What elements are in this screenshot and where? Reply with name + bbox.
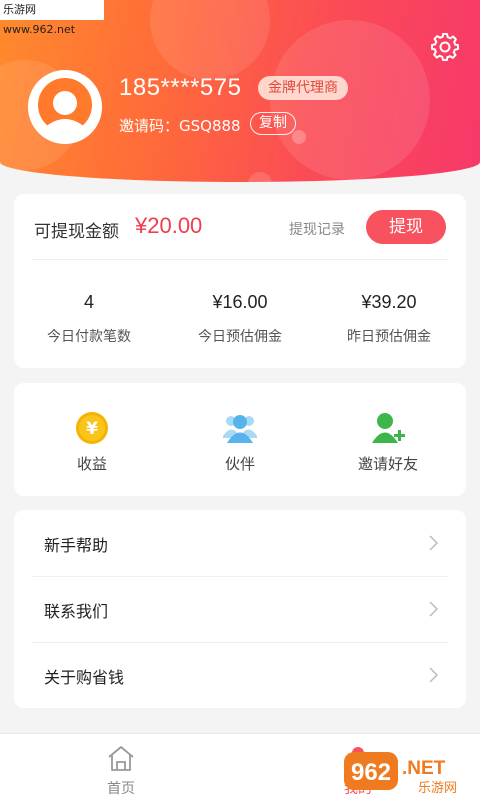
list-item-about[interactable]: 关于购省钱 — [14, 642, 466, 708]
list-item-label: 关于购省钱 — [44, 668, 125, 687]
settings-gear-icon[interactable] — [430, 32, 460, 62]
invite-code: 邀请码：GSQ888 — [119, 117, 241, 135]
decor-bubble — [150, 0, 270, 80]
avatar[interactable] — [28, 70, 102, 144]
menu-label: 邀请好友 — [357, 455, 418, 473]
stat-label: 今日预估佣金 — [198, 329, 282, 345]
list-item-newbie-help[interactable]: 新手帮助 — [14, 510, 466, 576]
svg-text:¥: ¥ — [86, 419, 98, 439]
stat-today-commission: ¥16.00 今日预估佣金 — [165, 291, 315, 346]
chevron-right-icon — [429, 667, 438, 683]
yuan-coin-icon: ¥ — [76, 412, 108, 444]
feature-menu-card: ¥ 收益 伙伴 邀请好友 — [14, 383, 466, 496]
partners-icon — [223, 415, 257, 443]
menu-item-partners[interactable]: 伙伴 — [165, 383, 315, 496]
menu-label: 伙伴 — [224, 455, 255, 473]
chevron-right-icon — [429, 601, 438, 617]
site-watermark: 乐游网 www.962.net — [0, 0, 104, 36]
list-item-contact-us[interactable]: 联系我们 — [14, 576, 466, 642]
decor-dot — [292, 130, 306, 144]
default-avatar-icon — [28, 70, 102, 144]
withdraw-button[interactable]: 提现 — [366, 210, 446, 244]
decor-dot — [248, 172, 272, 182]
menu-label: 收益 — [76, 455, 107, 473]
balance-card: 可提现金额 ¥20.00 提现记录 提现 4 今日付款笔数 ¥16.00 今日预… — [14, 194, 466, 368]
chevron-right-icon — [429, 535, 438, 551]
stat-label: 昨日预估佣金 — [347, 329, 431, 345]
tab-label: 首页 — [107, 781, 135, 797]
stat-value: 4 — [83, 292, 94, 312]
add-friend-icon — [372, 413, 405, 443]
stat-yesterday-commission: ¥39.20 昨日预估佣金 — [314, 291, 464, 346]
list-item-label: 联系我们 — [44, 602, 109, 621]
tab-home[interactable]: 首页 — [61, 734, 181, 800]
decor-bubble — [270, 20, 430, 180]
withdraw-record-link[interactable]: 提现记录 — [289, 219, 345, 239]
logo-sub-text: 乐游网 — [418, 781, 457, 796]
user-phone: 185****575 — [119, 74, 242, 101]
copy-invite-code-button[interactable]: 复制 — [250, 112, 296, 135]
menu-item-invite-friends[interactable]: 邀请好友 — [313, 383, 463, 496]
stat-value: ¥16.00 — [212, 292, 268, 312]
balance-label: 可提现金额 — [34, 222, 119, 242]
site-logo-watermark: 962 .NET 乐游网 — [344, 752, 457, 796]
balance-value: ¥20.00 — [135, 213, 203, 238]
agent-level-badge: 金牌代理商 — [258, 76, 348, 100]
profile-header: 乐游网 www.962.net 185****575 金牌代理商 邀请码：GSQ… — [0, 0, 480, 182]
stat-today-payments: 4 今日付款笔数 — [14, 291, 164, 346]
home-icon — [108, 746, 134, 771]
logo-main-text: 962 — [351, 759, 391, 786]
divider — [32, 259, 448, 260]
help-list-card: 新手帮助 联系我们 关于购省钱 — [14, 510, 466, 708]
list-item-label: 新手帮助 — [44, 536, 109, 555]
menu-item-earnings[interactable]: ¥ 收益 — [17, 383, 167, 496]
stat-label: 今日付款笔数 — [47, 329, 131, 345]
logo-net-text: .NET — [402, 758, 446, 779]
stat-value: ¥39.20 — [361, 292, 417, 312]
